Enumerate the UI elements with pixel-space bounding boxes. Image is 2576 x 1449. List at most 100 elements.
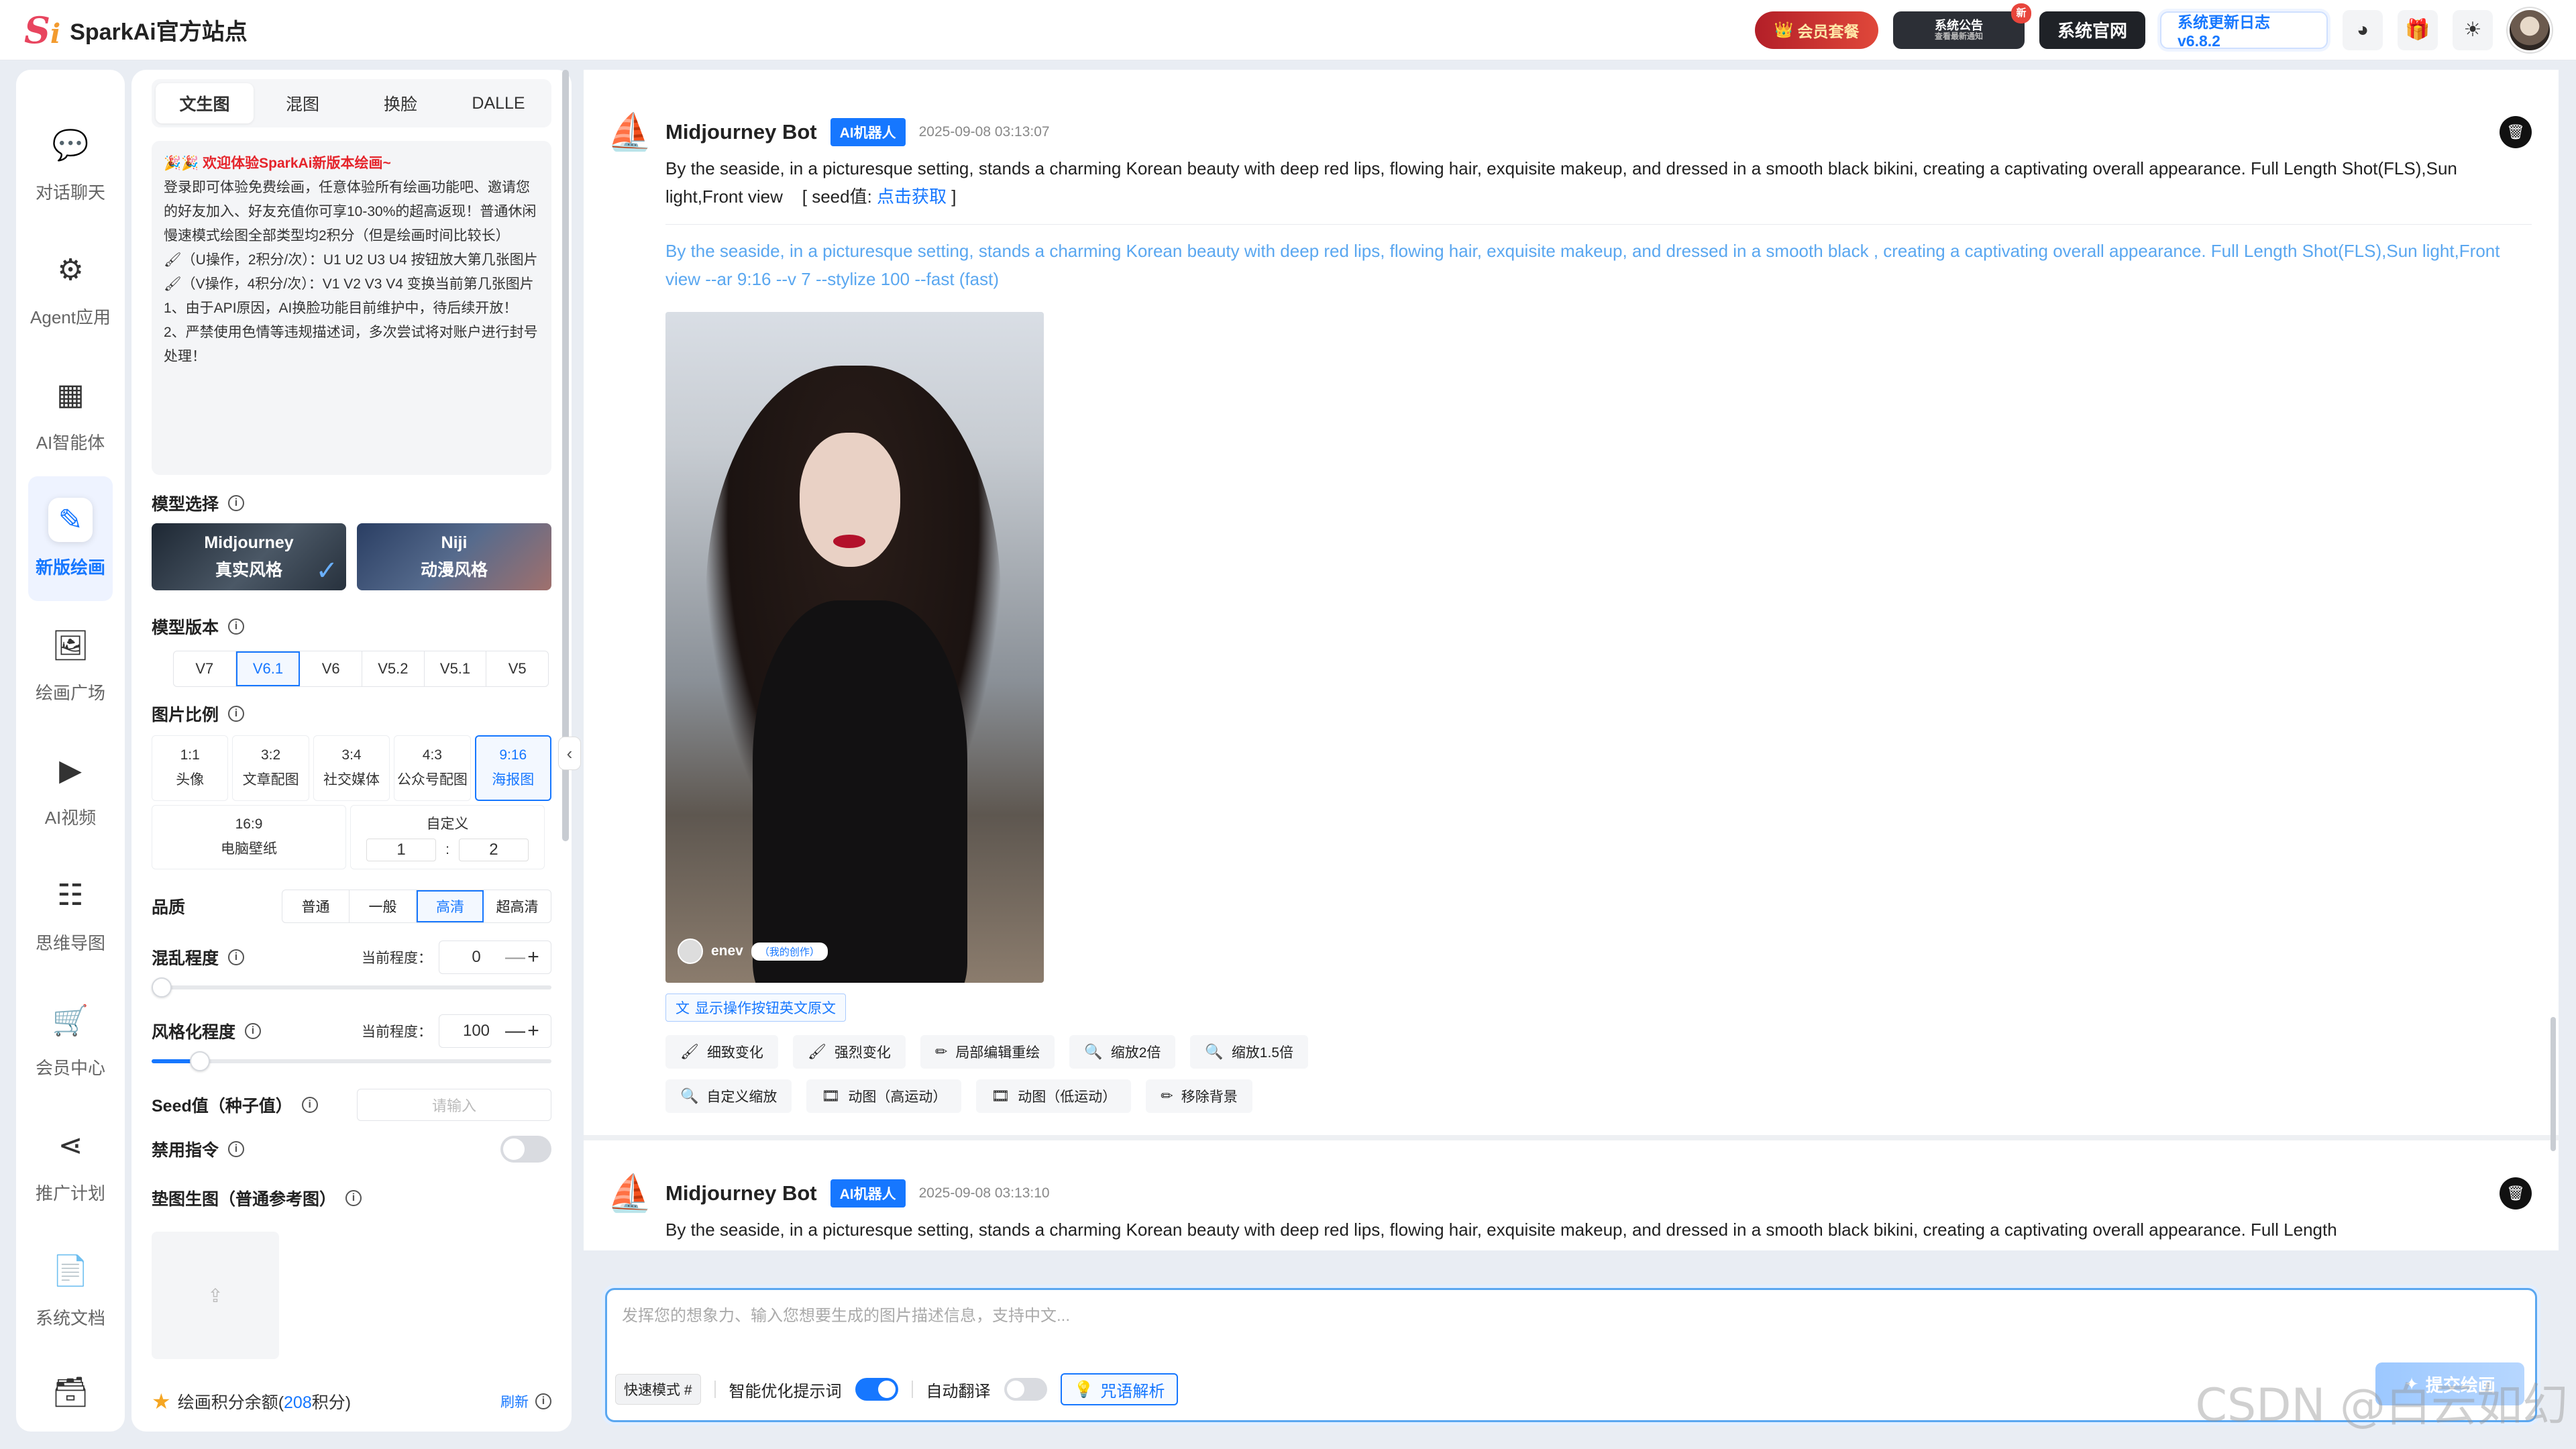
- version-v5-1[interactable]: V5.1: [425, 651, 487, 686]
- wechat-icon[interactable]: ◕: [2343, 9, 2383, 50]
- slider-handle[interactable]: [189, 1051, 210, 1071]
- action-subtle-variation[interactable]: 🖌 细致变化: [665, 1035, 778, 1069]
- tab-dalle[interactable]: DALLE: [449, 83, 547, 123]
- info-icon[interactable]: i: [228, 495, 245, 511]
- delete-icon[interactable]: 🗑: [2500, 1177, 2532, 1210]
- plus-icon[interactable]: +: [524, 946, 543, 969]
- gift-icon[interactable]: 🎁: [2398, 9, 2438, 50]
- info-icon[interactable]: i: [228, 1141, 245, 1157]
- system-notice-button[interactable]: 系统公告 查看最新通知 新: [1893, 3, 2031, 49]
- sidebar-item-archive[interactable]: 🗃: [28, 1352, 113, 1432]
- tab-text-to-image[interactable]: 文生图: [156, 83, 254, 123]
- collapse-panel-button[interactable]: ‹: [558, 737, 581, 770]
- minus-icon[interactable]: —: [505, 946, 525, 969]
- midjourney-boat-icon: ⛵: [607, 1173, 653, 1214]
- image-author-name: enev: [711, 943, 743, 959]
- quality-normal[interactable]: 普通: [282, 890, 350, 922]
- custom-ratio-height-input[interactable]: 2: [458, 839, 529, 861]
- delete-icon[interactable]: 🗑: [2500, 116, 2532, 148]
- action-strong-variation[interactable]: 🖌 强烈变化: [792, 1035, 906, 1069]
- minus-icon[interactable]: —: [505, 1020, 525, 1042]
- info-icon[interactable]: i: [245, 1023, 262, 1039]
- action-animate-low[interactable]: 🎞 动图（低运动）: [976, 1079, 1132, 1113]
- info-icon[interactable]: i: [301, 1097, 318, 1113]
- action-remove-background[interactable]: ✏ 移除背景: [1146, 1079, 1252, 1113]
- sidebar-item-ai-agent[interactable]: ▦ AI智能体: [28, 351, 113, 476]
- action-custom-zoom[interactable]: 🔍 自定义缩放: [665, 1079, 792, 1113]
- official-site-button[interactable]: 系统官网: [2039, 11, 2145, 49]
- sun-icon[interactable]: ☀: [2453, 9, 2493, 50]
- reference-image-upload[interactable]: ⇪: [152, 1232, 279, 1359]
- tab-face-swap[interactable]: 换脸: [352, 83, 449, 123]
- system-notice-sub: 查看最新通知: [1934, 31, 1983, 41]
- current-level-label: 当前程度：: [362, 951, 432, 966]
- info-icon[interactable]: i: [345, 1190, 362, 1206]
- ratio-1-1[interactable]: 1:1 头像: [152, 735, 229, 801]
- quality-uhd[interactable]: 超高清: [484, 890, 551, 922]
- ratio-3-4[interactable]: 3:4 社交媒体: [313, 735, 390, 801]
- sidebar-item-promotion[interactable]: ⋖ 推广计划: [28, 1102, 113, 1227]
- stylize-stepper[interactable]: 100 — +: [439, 1014, 551, 1048]
- sidebar-item-agent[interactable]: ⚙ Agent应用: [28, 226, 113, 352]
- sidebar-item-docs[interactable]: 📄 系统文档: [28, 1227, 113, 1352]
- slider-handle[interactable]: [152, 977, 172, 998]
- ratio-9-16[interactable]: 9:16 海报图: [474, 735, 551, 801]
- bot-name: Midjourney Bot: [665, 1181, 817, 1205]
- show-original-buttons[interactable]: 文显示操作按钮英文原文: [665, 994, 846, 1022]
- seed-input[interactable]: 请输入: [357, 1089, 551, 1121]
- info-icon[interactable]: i: [228, 706, 245, 722]
- model-midjourney[interactable]: Midjourney 真实风格 ✓: [152, 523, 346, 590]
- auto-translate-toggle[interactable]: [1004, 1378, 1047, 1401]
- action-inpaint[interactable]: ✏ 局部编辑重绘: [920, 1035, 1055, 1069]
- avatar[interactable]: [2508, 7, 2552, 52]
- quality-hd[interactable]: 高清: [417, 890, 484, 922]
- info-icon[interactable]: i: [535, 1393, 551, 1409]
- version-v6-1[interactable]: V6.1: [235, 651, 301, 686]
- refresh-button[interactable]: 刷新: [500, 1391, 529, 1411]
- info-icon[interactable]: i: [228, 619, 245, 635]
- action-zoom-1-5x[interactable]: 🔍 缩放1.5倍: [1190, 1035, 1309, 1069]
- prompt-input[interactable]: 发挥您的想象力、输入您想要生成的图片描述信息，支持中文...: [622, 1302, 1070, 1326]
- quality-medium[interactable]: 一般: [350, 890, 417, 922]
- fast-mode-button[interactable]: 快速模式 #: [615, 1374, 701, 1405]
- chaos-stepper[interactable]: 0 — +: [439, 941, 551, 974]
- ratio-3-2[interactable]: 3:2 文章配图: [232, 735, 309, 801]
- version-v5-2[interactable]: V5.2: [362, 651, 425, 686]
- info-icon[interactable]: i: [228, 949, 245, 965]
- version-v5[interactable]: V5: [486, 651, 548, 686]
- member-package-button[interactable]: 👑 会员套餐: [1755, 11, 1878, 49]
- model-niji[interactable]: Niji 动漫风格: [357, 523, 551, 590]
- sidebar-item-gallery[interactable]: 🖼 绘画广场: [28, 601, 113, 727]
- generated-image[interactable]: enev （我的创作）: [665, 312, 1044, 983]
- plus-icon[interactable]: +: [524, 1020, 543, 1042]
- changelog-button[interactable]: 系统更新日志 v6.8.2: [2160, 11, 2328, 50]
- sidebar-item-member-center[interactable]: 🛒 会员中心: [28, 977, 113, 1102]
- sidebar-item-ai-video[interactable]: ▶ AI视频: [28, 727, 113, 852]
- sidebar-item-mindmap[interactable]: ☷ 思维导图: [28, 851, 113, 977]
- video-icon: ▶: [59, 753, 82, 787]
- version-v6[interactable]: V6: [300, 651, 363, 686]
- upload-icon: ⇪: [207, 1285, 223, 1306]
- smart-optimize-toggle[interactable]: [855, 1378, 898, 1401]
- action-animate-high[interactable]: 🎞 动图（高运动）: [806, 1079, 962, 1113]
- prompt-parse-button[interactable]: 💡 咒语解析: [1060, 1373, 1179, 1405]
- brush-icon: 🖌: [807, 1043, 826, 1060]
- custom-ratio-width-input[interactable]: 1: [366, 839, 437, 861]
- ratio-4-3[interactable]: 4:3 公众号配图: [394, 735, 471, 801]
- ratio-16-9[interactable]: 16:9 电脑壁纸: [152, 805, 346, 869]
- sidebar-item-new-painting[interactable]: ✎ 新版绘画: [28, 476, 113, 601]
- stylize-slider[interactable]: [152, 1051, 551, 1071]
- action-label: 缩放2倍: [1110, 1045, 1161, 1061]
- tab-blend[interactable]: 混图: [254, 83, 352, 123]
- panel-scrollbar[interactable]: [562, 70, 569, 841]
- sidebar-item-chat[interactable]: 💬 对话聊天: [28, 101, 113, 226]
- ratio-custom[interactable]: 自定义 1 : 2: [350, 805, 545, 869]
- ban-command-toggle[interactable]: [500, 1136, 551, 1163]
- quality-label: 品质: [152, 898, 186, 917]
- logo[interactable]: Si SparkAi官方站点: [24, 12, 248, 48]
- chaos-slider[interactable]: [152, 977, 551, 998]
- get-seed-link[interactable]: 点击获取: [877, 186, 947, 207]
- version-v7[interactable]: V7: [174, 651, 236, 686]
- chat-scrollbar[interactable]: [2551, 1017, 2556, 1151]
- action-zoom-2x[interactable]: 🔍 缩放2倍: [1069, 1035, 1176, 1069]
